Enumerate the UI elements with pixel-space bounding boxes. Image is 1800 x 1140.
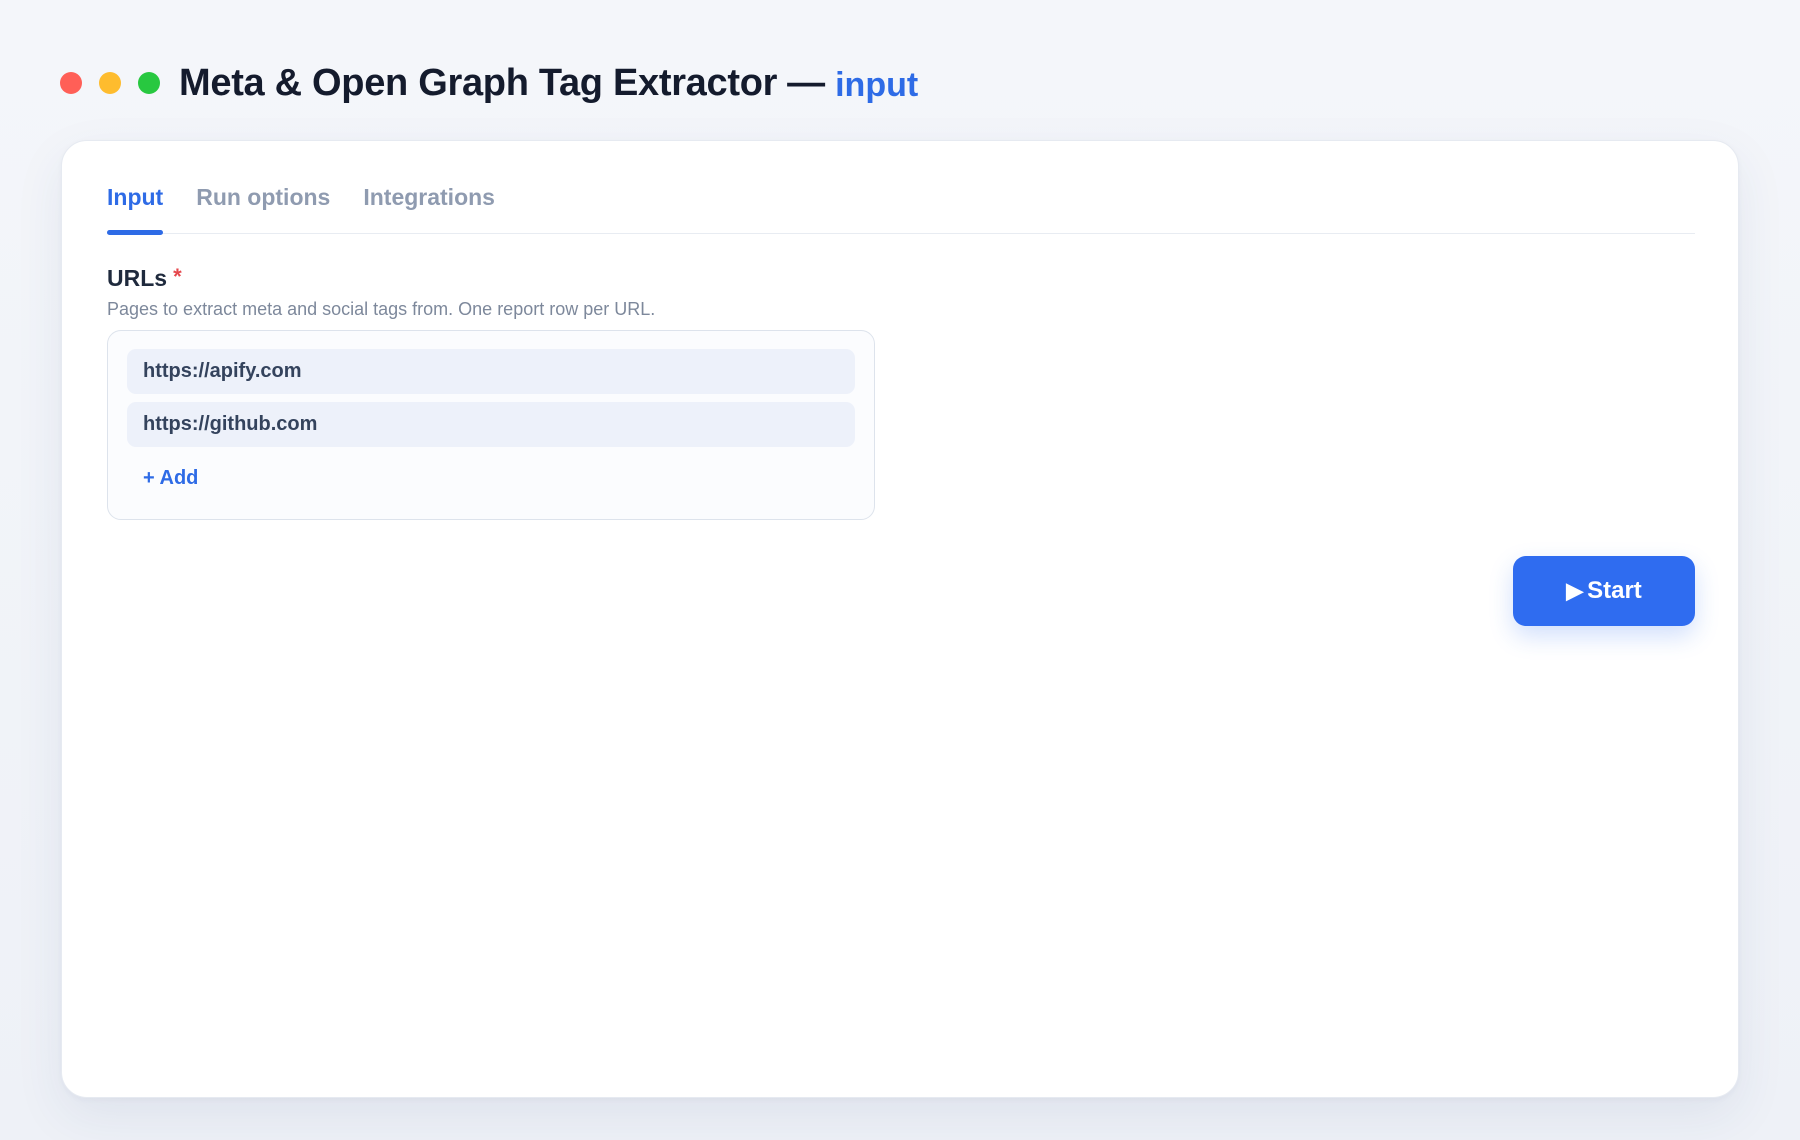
urls-label-text: URLs xyxy=(107,265,168,291)
start-button-label: Start xyxy=(1587,577,1642,604)
add-url-button[interactable]: + Add xyxy=(143,467,198,490)
page-subtitle: input xyxy=(835,65,919,104)
play-icon: ▶ xyxy=(1566,578,1584,603)
url-item[interactable]: https://apify.com xyxy=(127,349,855,394)
tab-input[interactable]: Input xyxy=(107,184,164,235)
close-window-icon[interactable] xyxy=(60,72,82,94)
maximize-window-icon[interactable] xyxy=(138,72,160,94)
minimize-window-icon[interactable] xyxy=(99,72,121,94)
required-marker: * xyxy=(173,263,182,289)
tab-integrations[interactable]: Integrations xyxy=(363,184,495,233)
urls-list: https://apify.com https://github.com + A… xyxy=(107,330,875,520)
input-card: Input Run options Integrations URLs * Pa… xyxy=(61,140,1739,1098)
urls-field-description: Pages to extract meta and social tags fr… xyxy=(107,299,656,319)
title-separator: — xyxy=(787,61,826,104)
urls-field-label: URLs * xyxy=(107,263,182,292)
page-title: Meta & Open Graph Tag Extractor xyxy=(179,61,778,104)
window-header: Meta & Open Graph Tag Extractor — input xyxy=(60,58,918,108)
tab-bar: Input Run options Integrations xyxy=(107,141,1695,235)
url-item[interactable]: https://github.com xyxy=(127,402,855,447)
start-button[interactable]: ▶ Start xyxy=(1513,556,1695,626)
tab-run-options[interactable]: Run options xyxy=(196,184,330,233)
